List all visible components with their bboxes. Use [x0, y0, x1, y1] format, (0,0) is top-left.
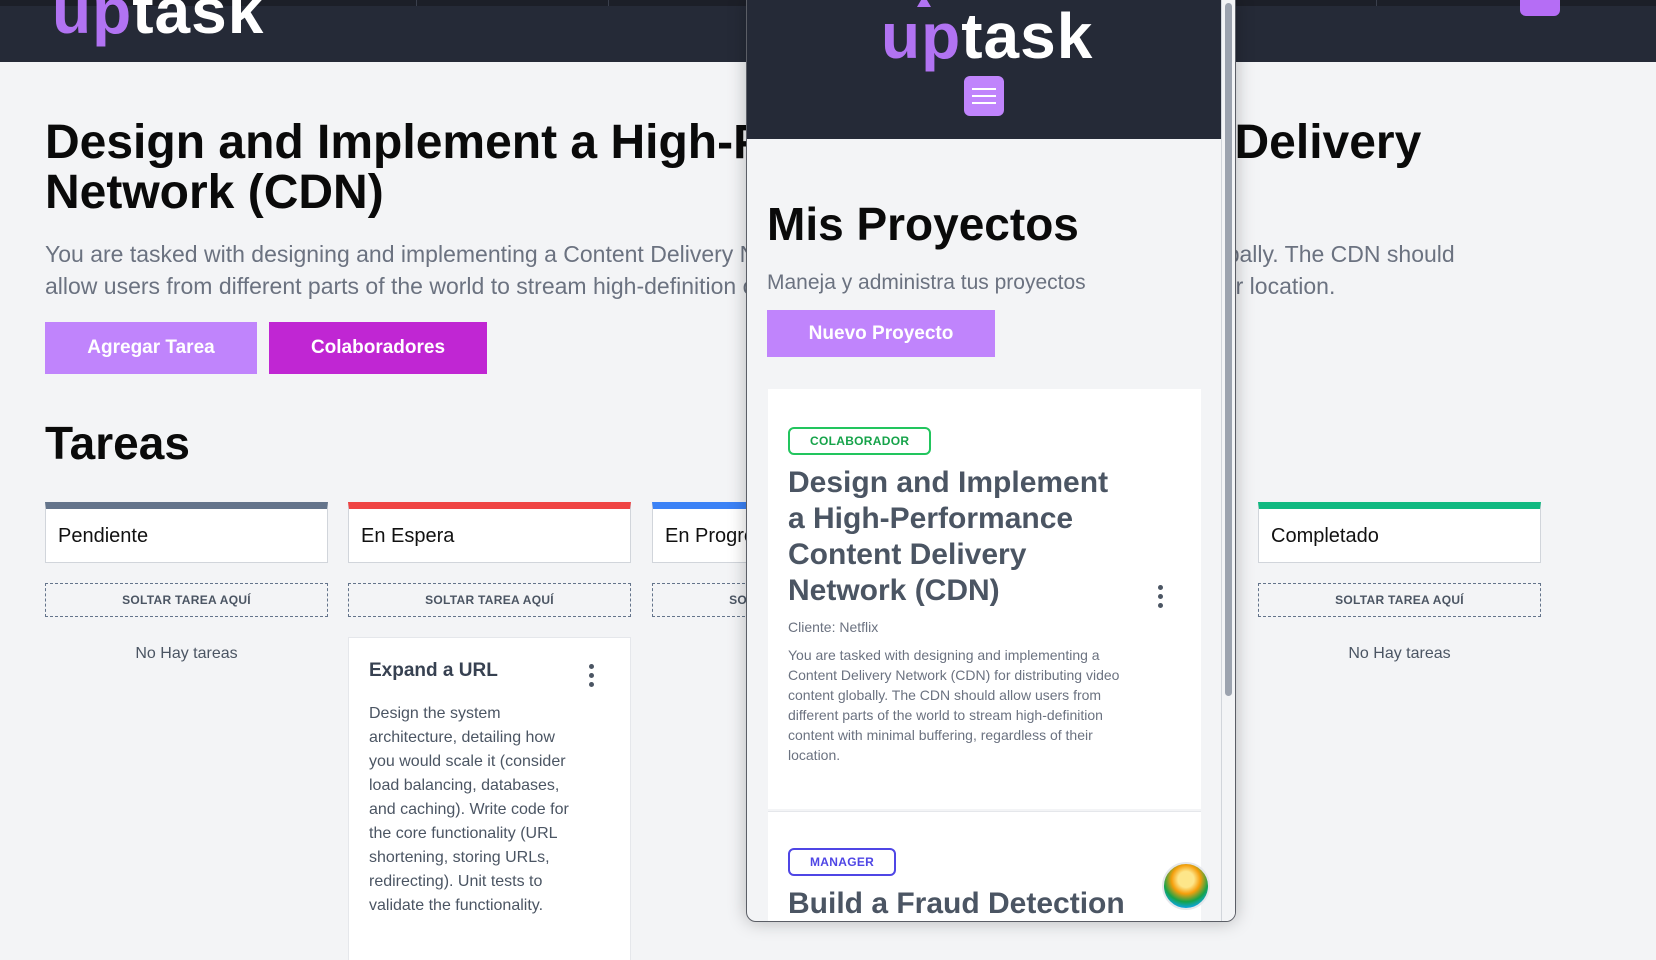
- tasks-heading: Tareas: [45, 417, 190, 469]
- task-description: Design the system architecture, detailin…: [369, 705, 569, 914]
- new-project-button[interactable]: Nuevo Proyecto: [767, 310, 995, 357]
- project-card[interactable]: COLABORADOR Design and Implement a High-…: [768, 389, 1201, 809]
- drop-zone[interactable]: SOLTAR TAREA AQUÍ: [1258, 583, 1541, 617]
- role-badge: MANAGER: [788, 848, 897, 876]
- kebab-menu-icon[interactable]: [1158, 585, 1164, 611]
- project-actions: Agregar Tarea Colaboradores: [45, 322, 487, 374]
- drop-zone[interactable]: SOLTAR TAREA AQUÍ: [45, 583, 328, 617]
- add-task-button[interactable]: Agregar Tarea: [45, 322, 257, 374]
- tab-separator: [1376, 0, 1377, 6]
- project-card-title[interactable]: Design and Implement a High-Performance …: [788, 465, 1118, 609]
- page-title: Mis Proyectos: [767, 198, 1079, 250]
- project-card-description: You are tasked with designing and implem…: [788, 647, 1120, 763]
- scrollbar-thumb[interactable]: [1225, 3, 1232, 696]
- drop-zone[interactable]: SOLTAR TAREA AQUÍ: [348, 583, 631, 617]
- task-title[interactable]: Expand a URL: [369, 660, 610, 682]
- kebab-menu-icon[interactable]: [589, 664, 595, 690]
- tab-separator: [416, 0, 417, 6]
- column-header: Pendiente: [45, 502, 328, 563]
- empty-state: No Hay tareas: [1348, 645, 1451, 662]
- column-en-espera: En Espera SOLTAR TAREA AQUÍ Expand a URL…: [348, 502, 631, 960]
- mobile-preview-window: uptask Mis Proyectos Maneja y administra…: [746, 0, 1236, 922]
- column-header: En Espera: [348, 502, 631, 563]
- project-card-title[interactable]: Build a Fraud Detection: [788, 886, 1208, 921]
- app-logo[interactable]: uptask: [881, 0, 1093, 73]
- column-pendiente: Pendiente SOLTAR TAREA AQUÍ No Hay tarea…: [45, 502, 328, 663]
- popup-header: uptask: [747, 0, 1221, 139]
- user-avatar[interactable]: [1162, 862, 1210, 910]
- hamburger-icon[interactable]: [964, 76, 1004, 116]
- column-header: Completado: [1258, 502, 1541, 563]
- app-logo[interactable]: uptask: [52, 0, 264, 48]
- menu-button[interactable]: [1520, 0, 1560, 16]
- empty-state: No Hay tareas: [135, 645, 238, 662]
- task-card[interactable]: Expand a URL Design the system architect…: [348, 637, 631, 960]
- role-badge: COLABORADOR: [788, 427, 932, 455]
- column-completado: Completado SOLTAR TAREA AQUÍ No Hay tare…: [1258, 502, 1541, 663]
- page-subtitle: Maneja y administra tus proyectos: [767, 271, 1086, 294]
- collaborators-button[interactable]: Colaboradores: [269, 322, 487, 374]
- tab-separator: [608, 0, 609, 6]
- project-client: Cliente: Netflix: [788, 619, 879, 635]
- project-card[interactable]: MANAGER Build a Fraud Detection: [768, 811, 1201, 921]
